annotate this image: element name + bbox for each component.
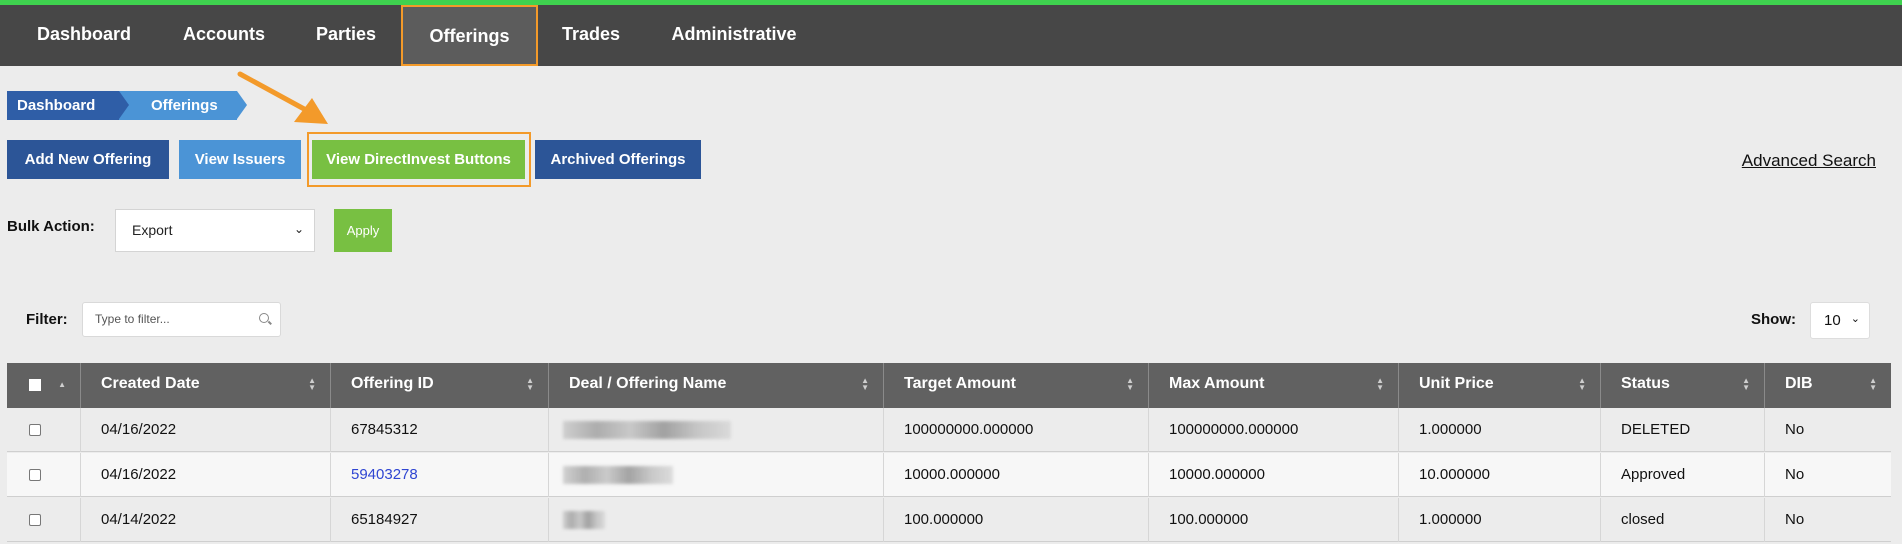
page-size-value: 10 [1824,312,1841,329]
column-label: Offering ID [351,375,434,392]
chevron-down-icon: ⌄ [1850,313,1860,325]
column-label: DIB [1785,375,1813,392]
view-directinvest-buttons-button[interactable]: View DirectInvest Buttons [312,140,525,179]
row-select-cell [7,408,81,452]
select-all-checkbox[interactable] [29,379,41,391]
sort-icon: ▲ ▼ [1126,376,1134,392]
breadcrumb-dashboard[interactable]: Dashboard [7,91,129,120]
chevron-down-icon: ⌄ [293,222,304,236]
view-issuers-button[interactable]: View Issuers [179,140,301,179]
table-row[interactable]: 04/16/2022 59403278 10000.000000 10000.0… [7,453,1891,497]
column-label: Deal / Offering Name [569,375,727,392]
row-checkbox[interactable] [29,514,41,526]
sort-icon: ▲ ▼ [861,376,869,392]
sort-icon: ▲ ▼ [1376,376,1384,392]
created-date-cell: 04/14/2022 [81,498,331,542]
column-status[interactable]: Status ▲ ▼ [1601,363,1765,408]
advanced-search-link[interactable]: Advanced Search [1742,151,1876,171]
sort-icon: ▲ ▼ [1869,376,1877,392]
sort-icon: ▲ ▼ [1742,376,1750,392]
column-label: Created Date [101,375,200,392]
target-amount-cell: 100000000.000000 [884,408,1149,452]
column-unit-price[interactable]: Unit Price ▲ ▼ [1399,363,1601,408]
table-header: ▲ Created Date ▲ ▼ Offering ID ▲ ▼ Deal / … [7,363,1891,408]
column-offering-id[interactable]: Offering ID ▲ ▼ [331,363,549,408]
table-row[interactable]: 04/16/2022 67845312 100000000.000000 100… [7,408,1891,452]
table-row[interactable]: 04/14/2022 65184927 100.000000 100.00000… [7,498,1891,542]
created-date-cell: 04/16/2022 [81,408,331,452]
filter-input[interactable]: Type to filter... [82,302,281,337]
offering-id-cell: 59403278 [331,453,549,497]
bulk-action-value: Export [132,222,173,238]
column-target-amount[interactable]: Target Amount ▲ ▼ [884,363,1149,408]
target-amount-cell: 100.000000 [884,498,1149,542]
column-max-amount[interactable]: Max Amount ▲ ▼ [1149,363,1399,408]
status-cell: Approved [1601,453,1765,497]
top-nav: Dashboard Accounts Parties Offerings Tra… [0,0,1902,66]
breadcrumb-offerings[interactable]: Offerings [119,91,247,120]
nav-administrative[interactable]: Administrative [660,5,808,66]
sort-icon: ▲ ▼ [308,376,316,392]
page-size-select[interactable]: 10 ⌄ [1810,302,1870,339]
dib-cell: No [1785,511,1805,528]
row-checkbox[interactable] [29,424,41,436]
deal-name-cell [549,498,884,542]
bulk-action-label: Bulk Action: [7,218,95,235]
sort-icon: ▲ ▼ [1578,376,1586,392]
column-dib[interactable]: DIB ▲ ▼ [1765,363,1891,408]
row-select-cell [7,453,81,497]
unit-price-cell: 1.000000 [1399,498,1601,542]
dib-cell: No [1785,466,1805,483]
archived-offerings-button[interactable]: Archived Offerings [535,140,701,179]
column-label: Status [1621,375,1670,392]
deal-name-cell [549,453,884,497]
unit-price-cell: 10.000000 [1399,453,1601,497]
nav-offerings[interactable]: Offerings [401,5,538,66]
column-deal-name[interactable]: Deal / Offering Name ▲ ▼ [549,363,884,408]
max-amount-cell: 100.000000 [1149,498,1399,542]
redacted-name [563,511,605,529]
nav-dashboard[interactable]: Dashboard [18,5,150,66]
bulk-action-select[interactable]: Export ⌄ [115,209,315,252]
redacted-name [563,421,731,439]
annotation-arrow-icon [237,71,328,124]
apply-button[interactable]: Apply [334,209,392,252]
unit-price-cell: 1.000000 [1399,408,1601,452]
deal-name-cell [549,408,884,452]
sort-icon: ▲ [58,380,66,389]
nav-parties[interactable]: Parties [298,5,394,66]
created-date-cell: 04/16/2022 [81,453,331,497]
target-amount-cell: 10000.000000 [884,453,1149,497]
column-label: Target Amount [904,375,1016,392]
sort-icon: ▲ ▼ [526,376,534,392]
filter-placeholder: Type to filter... [95,312,170,326]
column-label: Max Amount [1169,375,1265,392]
filter-label: Filter: [26,311,68,328]
search-icon [259,313,269,323]
row-checkbox[interactable] [29,469,41,481]
row-select-cell [7,498,81,542]
select-all-column[interactable]: ▲ [7,363,81,408]
add-new-offering-button[interactable]: Add New Offering [7,140,169,179]
max-amount-cell: 100000000.000000 [1149,408,1399,452]
offering-id-cell: 67845312 [331,408,549,452]
redacted-name [563,466,673,484]
status-cell: closed [1601,498,1765,542]
column-label: Unit Price [1419,375,1494,392]
offering-id-cell: 65184927 [331,498,549,542]
dib-cell: No [1785,421,1805,438]
max-amount-cell: 10000.000000 [1149,453,1399,497]
column-created-date[interactable]: Created Date ▲ ▼ [81,363,331,408]
nav-accounts[interactable]: Accounts [170,5,278,66]
show-label: Show: [1751,311,1796,328]
nav-trades[interactable]: Trades [548,5,634,66]
status-cell: DELETED [1601,408,1765,452]
offering-id-link[interactable]: 59403278 [351,466,418,483]
